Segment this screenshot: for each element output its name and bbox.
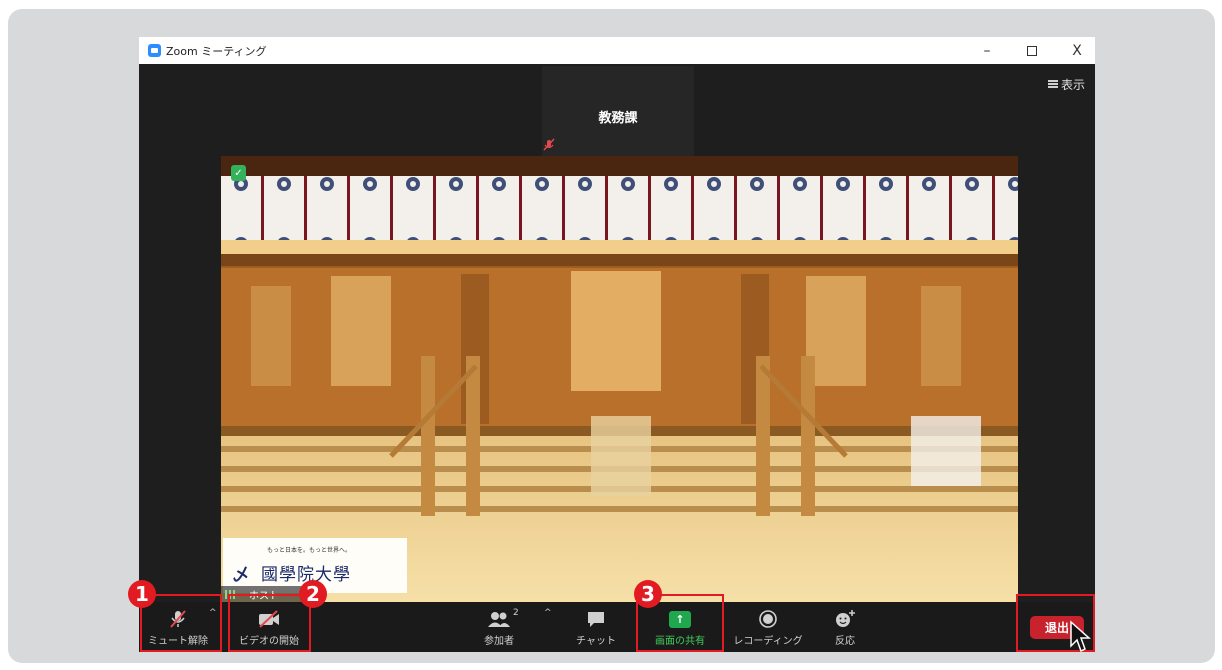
chat-label: チャット bbox=[576, 636, 616, 647]
zoom-app-icon bbox=[148, 44, 161, 57]
video-off-icon bbox=[259, 610, 279, 628]
host-label: ホスト bbox=[249, 590, 279, 602]
participants-count: 2 bbox=[513, 608, 519, 618]
logo-mark: 乄 bbox=[233, 565, 250, 584]
share-screen-label: 画面の共有 bbox=[655, 636, 705, 647]
step-badge-2: 2 bbox=[299, 580, 327, 608]
muted-mic-icon bbox=[543, 138, 555, 151]
participant-name: 教務課 bbox=[598, 111, 638, 126]
grid-view-icon bbox=[1047, 80, 1058, 89]
participants-icon bbox=[488, 612, 510, 627]
meeting-toolbar: ミュート解除 ^ ビデオの開始 参加者 2 ^ チャット ↑ 画面の共有 レコー… bbox=[139, 602, 1095, 652]
record-button[interactable]: レコーディング bbox=[731, 602, 805, 652]
start-video-button[interactable]: ビデオの開始 bbox=[231, 602, 307, 652]
chat-button[interactable]: チャット bbox=[571, 602, 621, 652]
title-bar: Zoom ミーティング – X bbox=[139, 37, 1095, 64]
start-video-label: ビデオの開始 bbox=[239, 636, 299, 647]
participants-label: 参加者 bbox=[484, 636, 514, 647]
reactions-button[interactable]: 反応 bbox=[823, 602, 867, 652]
participants-options-caret[interactable]: ^ bbox=[544, 608, 552, 618]
encryption-shield-icon[interactable]: ✓ bbox=[231, 165, 246, 181]
view-label: 表示 bbox=[1060, 78, 1085, 92]
zoom-window: Zoom ミーティング – X 表示 教務課 ✓ もっと日本を。もっと世界へ。 … bbox=[139, 37, 1095, 652]
minimize-button[interactable]: – bbox=[964, 37, 1010, 64]
participant-tile[interactable]: 教務課 bbox=[542, 66, 694, 162]
signal-strength-icon bbox=[225, 589, 235, 599]
close-button[interactable]: X bbox=[1054, 37, 1095, 64]
chat-icon bbox=[588, 612, 604, 627]
unmute-label: ミュート解除 bbox=[148, 636, 208, 647]
step-badge-3: 3 bbox=[634, 580, 662, 608]
maximize-icon bbox=[1027, 45, 1037, 56]
reaction-emoji-icon bbox=[836, 610, 855, 627]
share-screen-icon: ↑ bbox=[669, 610, 691, 628]
record-icon bbox=[759, 610, 777, 628]
unmute-button[interactable]: ミュート解除 bbox=[145, 602, 211, 652]
step-badge-1: 1 bbox=[128, 580, 156, 608]
main-video: ✓ もっと日本を。もっと世界へ。 乄 國學院大學 ホスト bbox=[221, 156, 1018, 602]
logo-tagline: もっと日本を。もっと世界へ。 bbox=[267, 547, 352, 554]
view-button[interactable]: 表示 bbox=[1047, 76, 1085, 93]
window-title: Zoom ミーティング bbox=[166, 44, 267, 58]
audio-options-caret[interactable]: ^ bbox=[209, 608, 217, 618]
share-screen-button[interactable]: ↑ 画面の共有 bbox=[644, 602, 716, 652]
maximize-button[interactable] bbox=[1009, 37, 1055, 64]
mouse-cursor-icon bbox=[1070, 620, 1091, 653]
reactions-label: 反応 bbox=[835, 636, 855, 647]
shrine-interior-image bbox=[221, 156, 1018, 602]
record-label: レコーディング bbox=[733, 636, 803, 647]
muted-mic-icon bbox=[170, 610, 186, 628]
